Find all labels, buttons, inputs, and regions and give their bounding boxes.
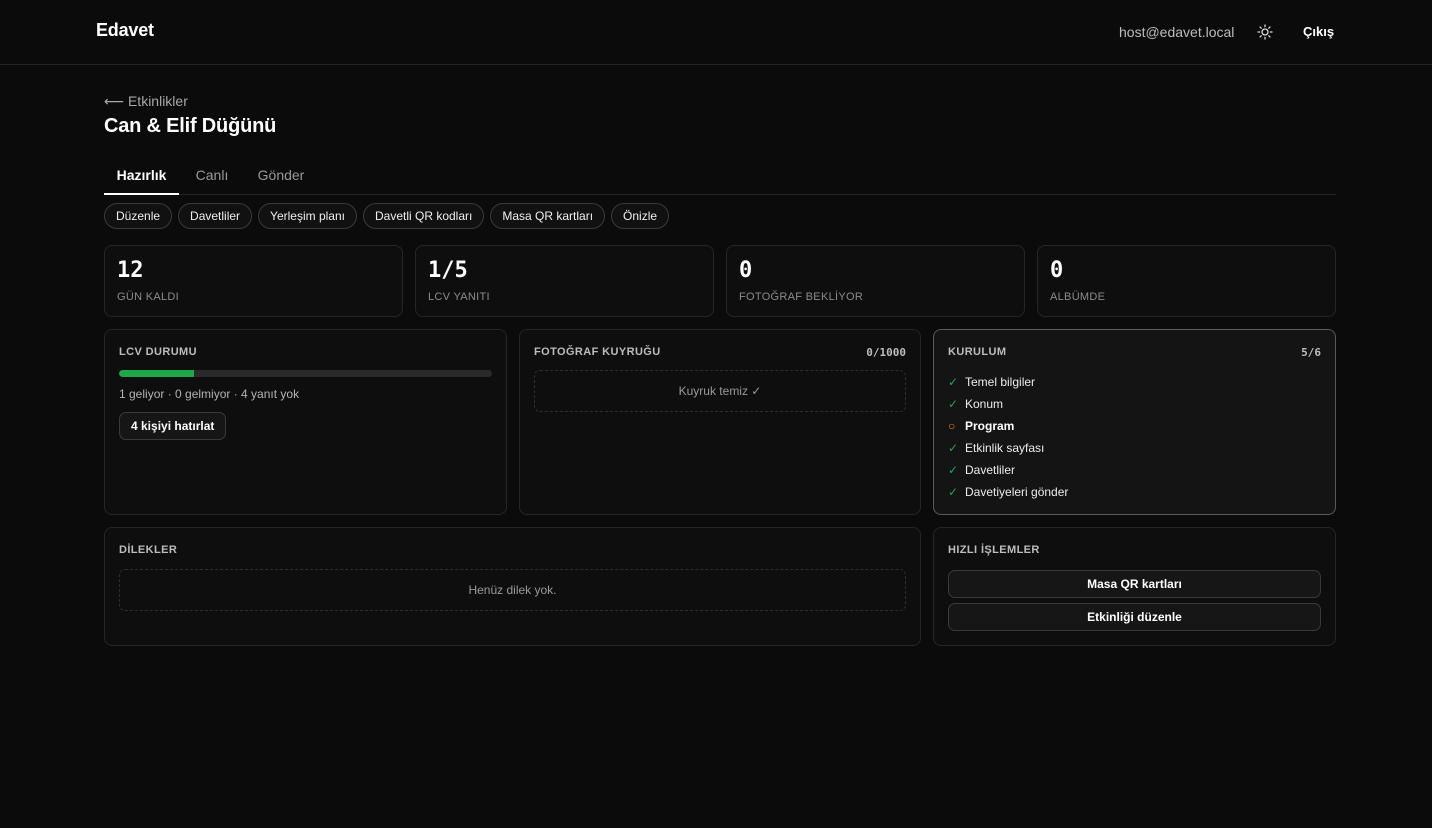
edit-event-button[interactable]: Etkinliği düzenle (948, 603, 1321, 631)
user-email: host@edavet.local (1119, 24, 1235, 40)
top-bar: Edavet host@edavet.local Çıkış (0, 0, 1432, 65)
check-icon: ✓ (948, 441, 959, 455)
stat-card-in-album: 0 ALBÜMDE (1037, 245, 1336, 317)
setup-item-location[interactable]: ✓ Konum (948, 393, 1068, 415)
remind-guests-button[interactable]: 4 kişiyi hatırlat (119, 412, 227, 440)
guest-qr-codes-pill[interactable]: Davetli QR kodları (362, 203, 485, 229)
brand-logo[interactable]: Edavet (96, 20, 154, 41)
rsvp-summary: 1 geliyor · 0 gelmiyor · 4 yanıt yok (119, 387, 300, 401)
card-title: KURULUM (948, 346, 1007, 358)
card-title: LCV DURUMU (119, 346, 197, 358)
setup-item-guests[interactable]: ✓ Davetliler (948, 459, 1068, 481)
tab-label: Gönder (257, 167, 305, 183)
photo-queue-empty-state: Kuyruk temiz ✓ (534, 370, 906, 412)
pending-circle-icon: ○ (948, 419, 956, 433)
table-qr-cards-button[interactable]: Masa QR kartları (948, 570, 1321, 598)
tab-bar: Hazırlık Canlı Gönder (104, 164, 1336, 195)
setup-item-label: Etkinlik sayfası (965, 441, 1045, 455)
photo-queue-card: FOTOĞRAF KUYRUĞU 0/1000 Kuyruk temiz ✓ (519, 329, 921, 515)
setup-item-send-invitations[interactable]: ✓ Davetiyeleri gönder (948, 481, 1068, 503)
stat-card-rsvp-responses: 1/5 LCV YANITI (415, 245, 714, 317)
sun-icon (1257, 24, 1273, 40)
rsvp-progress-bar (119, 370, 492, 377)
stat-label: FOTOĞRAF BEKLİYOR (739, 291, 864, 303)
check-icon: ✓ (948, 485, 959, 499)
setup-checklist-card: KURULUM 5/6 ✓ Temel bilgiler ✓ Konum ○ Prog… (933, 329, 1336, 515)
edit-pill[interactable]: Düzenle (104, 203, 173, 229)
logout-button[interactable]: Çıkış (1303, 24, 1334, 39)
photo-queue-count: 0/1000 (866, 346, 906, 359)
tab-label: Hazırlık (116, 167, 167, 183)
setup-item-label: Konum (965, 397, 1004, 411)
setup-item-label: Temel bilgiler (965, 375, 1036, 389)
stat-value: 1/5 (428, 258, 468, 283)
setup-checklist: ✓ Temel bilgiler ✓ Konum ○ Program ✓ Etkinli… (948, 371, 1068, 503)
table-qr-cards-pill[interactable]: Masa QR kartları (490, 203, 606, 229)
stat-label: GÜN KALDI (117, 291, 179, 303)
stat-value: 0 (1050, 258, 1064, 283)
setup-item-event-page[interactable]: ✓ Etkinlik sayfası (948, 437, 1068, 459)
tab-canli[interactable]: Canlı (195, 164, 229, 195)
setup-item-program[interactable]: ○ Program (948, 415, 1068, 437)
theme-toggle-button[interactable] (1255, 22, 1275, 42)
stat-label: ALBÜMDE (1050, 291, 1106, 303)
sub-navigation: Düzenle Davetliler Yerleşim planı Davetl… (104, 203, 670, 229)
guests-pill[interactable]: Davetliler (178, 203, 253, 229)
rsvp-progress-fill (119, 370, 194, 377)
preview-pill[interactable]: Önizle (611, 203, 670, 229)
card-title: FOTOĞRAF KUYRUĞU (534, 346, 661, 358)
page-title: Can & Elif Düğünü (104, 115, 277, 137)
rsvp-status-card: LCV DURUMU 1 geliyor · 0 gelmiyor · 4 ya… (104, 329, 507, 515)
setup-progress-count: 5/6 (1301, 346, 1321, 359)
stat-value: 0 (739, 258, 753, 283)
check-icon: ✓ (948, 397, 959, 411)
check-icon: ✓ (948, 463, 959, 477)
setup-item-basic-info[interactable]: ✓ Temel bilgiler (948, 371, 1068, 393)
tab-label: Canlı (195, 167, 229, 183)
setup-item-label: Davetliler (965, 463, 1016, 477)
wishes-card: DİLEKLER Henüz dilek yok. (104, 527, 921, 646)
quick-actions-card: HIZLI İŞLEMLER Masa QR kartları Etkinliğ… (933, 527, 1336, 646)
card-title: HIZLI İŞLEMLER (948, 544, 1040, 556)
check-icon: ✓ (948, 375, 959, 389)
tab-gonder[interactable]: Gönder (256, 164, 306, 195)
stat-card-days-left: 12 GÜN KALDI (104, 245, 403, 317)
stat-value: 12 (117, 258, 144, 283)
seating-plan-pill[interactable]: Yerleşim planı (258, 203, 357, 229)
tab-hazirlik[interactable]: Hazırlık (104, 164, 179, 195)
setup-item-label: Program (965, 419, 1015, 433)
wishes-empty-state: Henüz dilek yok. (119, 569, 906, 611)
setup-item-label: Davetiyeleri gönder (965, 485, 1069, 499)
card-title: DİLEKLER (119, 544, 178, 556)
back-to-events-link[interactable]: ⟵ Etkinlikler (104, 93, 188, 110)
stat-label: LCV YANITI (428, 291, 490, 303)
stat-card-photos-pending: 0 FOTOĞRAF BEKLİYOR (726, 245, 1025, 317)
